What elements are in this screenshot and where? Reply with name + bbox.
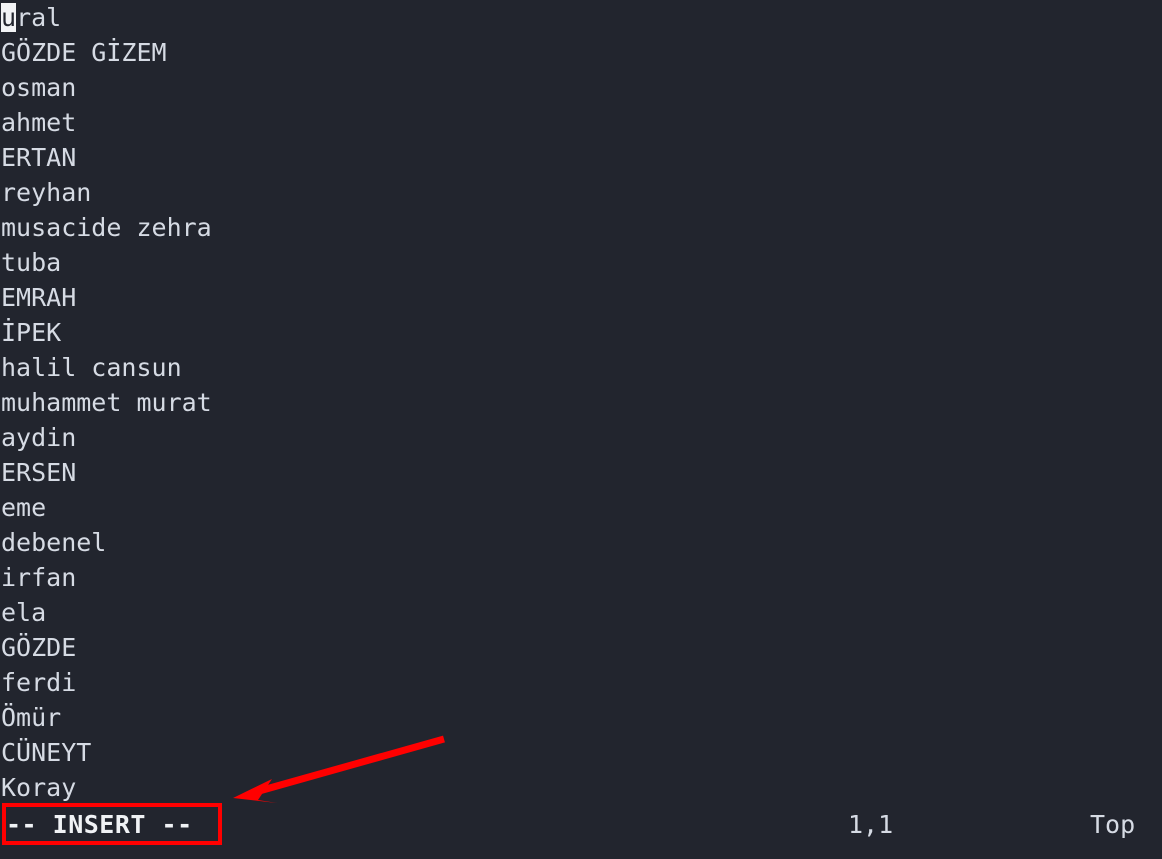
buffer-line[interactable]: CÜNEYT	[0, 735, 1162, 770]
buffer-line[interactable]: ural	[0, 0, 1162, 35]
buffer-line[interactable]: ERTAN	[0, 140, 1162, 175]
buffer-line[interactable]: ERSEN	[0, 455, 1162, 490]
buffer-line[interactable]: EMRAH	[0, 280, 1162, 315]
buffer-line[interactable]: Ömür	[0, 700, 1162, 735]
buffer-line[interactable]: İPEK	[0, 315, 1162, 350]
buffer-line[interactable]: ferdi	[0, 665, 1162, 700]
buffer-line[interactable]: reyhan	[0, 175, 1162, 210]
buffer-line[interactable]: ahmet	[0, 105, 1162, 140]
buffer-line[interactable]: aydin	[0, 420, 1162, 455]
vim-text-buffer[interactable]: ural GÖZDE GİZEM osman ahmet ERTAN reyha…	[0, 0, 1162, 805]
buffer-line[interactable]: Koray	[0, 770, 1162, 805]
buffer-line[interactable]: ela	[0, 595, 1162, 630]
buffer-line[interactable]: eme	[0, 490, 1162, 525]
buffer-line[interactable]: osman	[0, 70, 1162, 105]
buffer-line[interactable]: debenel	[0, 525, 1162, 560]
cursor-position-indicator: 1,1	[848, 810, 894, 839]
buffer-line[interactable]: GÖZDE GİZEM	[0, 35, 1162, 70]
vim-status-line: -- INSERT -- 1,1 Top	[0, 805, 1162, 845]
buffer-line[interactable]: tuba	[0, 245, 1162, 280]
text-cursor: u	[1, 3, 17, 32]
buffer-line[interactable]: irfan	[0, 560, 1162, 595]
terminal-screen: ural GÖZDE GİZEM osman ahmet ERTAN reyha…	[0, 0, 1162, 859]
buffer-line[interactable]: musacide zehra	[0, 210, 1162, 245]
buffer-line-text: ral	[16, 3, 62, 32]
buffer-line[interactable]: halil cansun	[0, 350, 1162, 385]
buffer-line[interactable]: GÖZDE	[0, 630, 1162, 665]
scroll-position-indicator: Top	[1090, 810, 1136, 839]
buffer-line[interactable]: muhammet murat	[0, 385, 1162, 420]
insert-mode-indicator: -- INSERT --	[6, 810, 193, 839]
